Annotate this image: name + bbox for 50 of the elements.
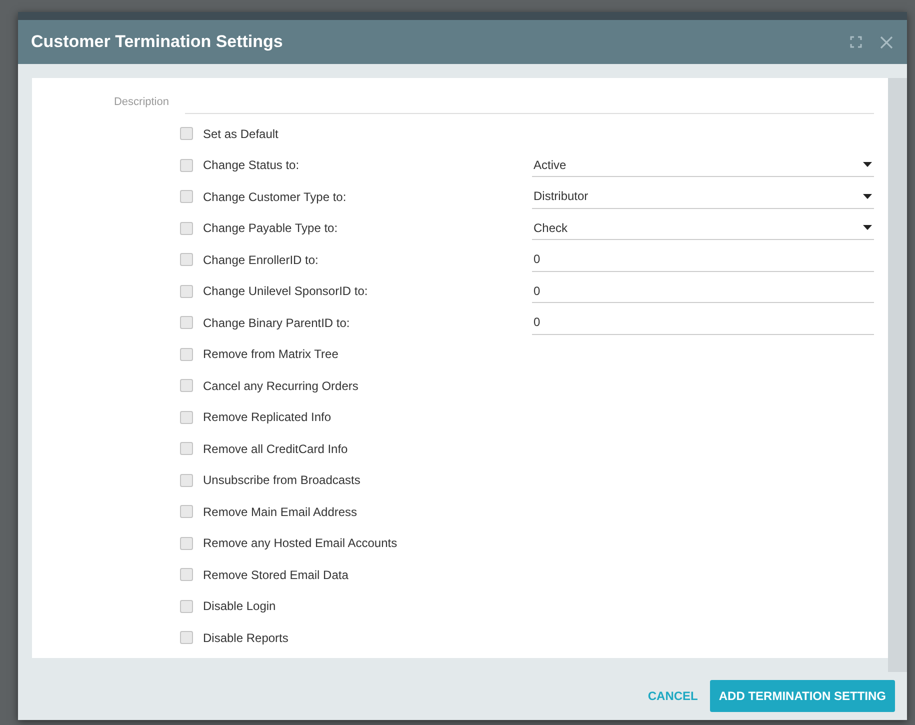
checkbox[interactable] bbox=[180, 600, 193, 613]
close-button[interactable] bbox=[880, 36, 893, 48]
option-label: Change Payable Type to: bbox=[203, 221, 339, 236]
scrollbar[interactable] bbox=[888, 78, 907, 672]
checkbox[interactable] bbox=[180, 474, 193, 487]
input-field[interactable]: 0 bbox=[532, 279, 874, 304]
option-label: Change Binary ParentID to: bbox=[203, 316, 351, 330]
option-label: Change Unilevel SponsorID to: bbox=[203, 284, 369, 298]
caret-icon bbox=[863, 194, 872, 199]
checkbox[interactable] bbox=[180, 442, 193, 456]
option-label: Cancel any Recurring Orders bbox=[203, 378, 360, 393]
option-label: Change Status to: bbox=[203, 158, 300, 172]
field-label: Description bbox=[112, 96, 170, 110]
dropdown[interactable]: Distributor bbox=[532, 184, 874, 209]
checkbox[interactable] bbox=[180, 568, 193, 582]
option-label: Change EnrollerID to: bbox=[203, 252, 320, 267]
checkbox[interactable] bbox=[180, 284, 193, 298]
option-label: Remove any Hosted Email Accounts bbox=[203, 536, 398, 550]
dropdown[interactable]: Check bbox=[532, 216, 874, 240]
checkbox[interactable] bbox=[180, 631, 193, 644]
checkbox[interactable] bbox=[180, 316, 193, 330]
option-label: Set as Default bbox=[203, 126, 280, 141]
close-icon bbox=[880, 36, 893, 48]
option-label: Remove Stored Email Data bbox=[203, 568, 350, 582]
caret-icon bbox=[863, 225, 872, 230]
option-label: Change Customer Type to: bbox=[203, 190, 348, 204]
input-field[interactable]: 0 bbox=[532, 310, 874, 335]
input-field[interactable]: 0 bbox=[532, 248, 874, 272]
option-label: Disable Reports bbox=[203, 630, 290, 645]
dialog-title: Customer Termination Settings bbox=[31, 32, 284, 52]
option-label: Disable Login bbox=[203, 599, 277, 614]
checkbox[interactable] bbox=[180, 158, 193, 172]
option-label: Remove all CreditCard Info bbox=[203, 442, 349, 456]
checkbox[interactable] bbox=[180, 127, 193, 140]
checkbox[interactable] bbox=[180, 536, 193, 550]
checkbox[interactable] bbox=[180, 190, 193, 204]
maximize-button[interactable] bbox=[850, 36, 862, 48]
checkbox[interactable] bbox=[180, 379, 193, 392]
caret-icon bbox=[863, 162, 872, 168]
option-label: Unsubscribe from Broadcasts bbox=[203, 473, 362, 488]
checkbox[interactable] bbox=[180, 253, 193, 266]
expand-icon bbox=[850, 36, 862, 48]
checkbox[interactable] bbox=[180, 348, 193, 361]
checkbox[interactable] bbox=[180, 222, 193, 235]
checkbox[interactable] bbox=[180, 505, 193, 518]
dropdown[interactable]: Active bbox=[532, 153, 874, 178]
option-label: Remove from Matrix Tree bbox=[203, 347, 340, 362]
option-label: Remove Main Email Address bbox=[203, 504, 358, 519]
checkbox[interactable] bbox=[180, 410, 193, 424]
option-label: Remove Replicated Info bbox=[203, 410, 332, 424]
